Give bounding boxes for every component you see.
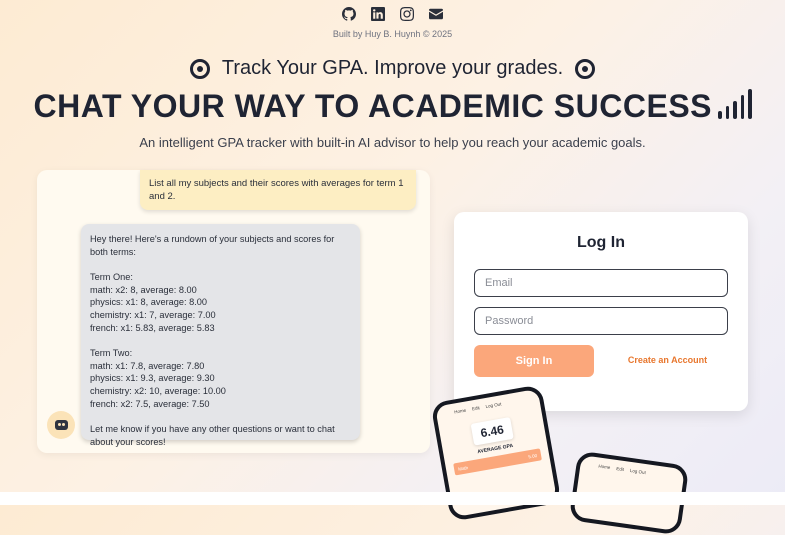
instagram-icon[interactable] bbox=[400, 6, 415, 21]
email-field[interactable] bbox=[474, 269, 728, 297]
login-title: Log In bbox=[577, 234, 625, 251]
phone-nav: Home Edit Log Out bbox=[580, 455, 685, 484]
gpa-value: 6.46 bbox=[470, 417, 514, 446]
row-subject: Math bbox=[457, 464, 469, 472]
term-one-title: Term One: bbox=[90, 271, 133, 282]
create-account-link[interactable]: Create an Account bbox=[610, 355, 725, 365]
phone-nav-item: Home bbox=[598, 463, 611, 471]
social-links bbox=[0, 6, 785, 21]
bot-avatar bbox=[47, 411, 75, 439]
list-item: chemistry: x2: 10, average: 10.00 bbox=[90, 386, 226, 397]
tagline-text: Track Your GPA. Improve your grades. bbox=[221, 57, 564, 79]
phone-nav-item: Home bbox=[453, 407, 467, 415]
github-icon[interactable] bbox=[342, 6, 357, 21]
list-item: french: x1: 5.83, average: 5.83 bbox=[90, 322, 215, 333]
bot-intro: Hey there! Here's a rundown of your subj… bbox=[90, 234, 335, 257]
sign-in-button[interactable]: Sign In bbox=[474, 345, 594, 377]
tagline: Track Your GPA. Improve your grades. bbox=[0, 57, 785, 80]
list-item: physics: x1: 9.3, average: 9.30 bbox=[90, 373, 215, 384]
list-item: french: x2: 7.5, average: 7.50 bbox=[90, 398, 210, 409]
phone-nav-item: Edit bbox=[615, 466, 625, 473]
headline-text: CHAT YOUR WAY TO ACADEMIC SUCCESS bbox=[33, 88, 712, 124]
built-by-credit: Built by Huy B. Huynh © 2025 bbox=[332, 29, 453, 39]
user-message-bubble: List all my subjects and their scores wi… bbox=[140, 170, 416, 210]
robot-icon bbox=[54, 420, 68, 430]
bot-outro: Let me know if you have any other questi… bbox=[90, 424, 335, 447]
row-value: 5.00 bbox=[527, 452, 538, 459]
mail-icon[interactable] bbox=[429, 6, 444, 21]
phone-nav: Home Edit Log Out bbox=[435, 389, 540, 422]
page-footer-band bbox=[0, 492, 785, 505]
list-item: physics: x1: 8, average: 8.00 bbox=[90, 297, 207, 308]
subheadline: An intelligent GPA tracker with built-in… bbox=[139, 135, 646, 150]
term-two-title: Term Two: bbox=[90, 348, 133, 358]
linkedin-icon[interactable] bbox=[371, 6, 386, 21]
phone-nav-item: Log Out bbox=[629, 467, 647, 476]
phone-nav-item: Edit bbox=[471, 405, 481, 412]
list-item: math: x1: 7.8, average: 7.80 bbox=[90, 360, 205, 371]
password-field[interactable] bbox=[474, 307, 728, 335]
bot-message-bubble: Hey there! Here's a rundown of your subj… bbox=[81, 224, 360, 447]
target-icon bbox=[575, 58, 596, 79]
phone-nav-item: Log Out bbox=[485, 401, 502, 410]
list-item: chemistry: x1: 7, average: 7.00 bbox=[90, 310, 216, 321]
page-headline: CHAT YOUR WAY TO ACADEMIC SUCCESS bbox=[0, 88, 785, 125]
signal-bars-icon bbox=[718, 89, 752, 119]
list-item: math: x2: 8, average: 8.00 bbox=[90, 284, 197, 295]
target-icon bbox=[189, 58, 210, 79]
